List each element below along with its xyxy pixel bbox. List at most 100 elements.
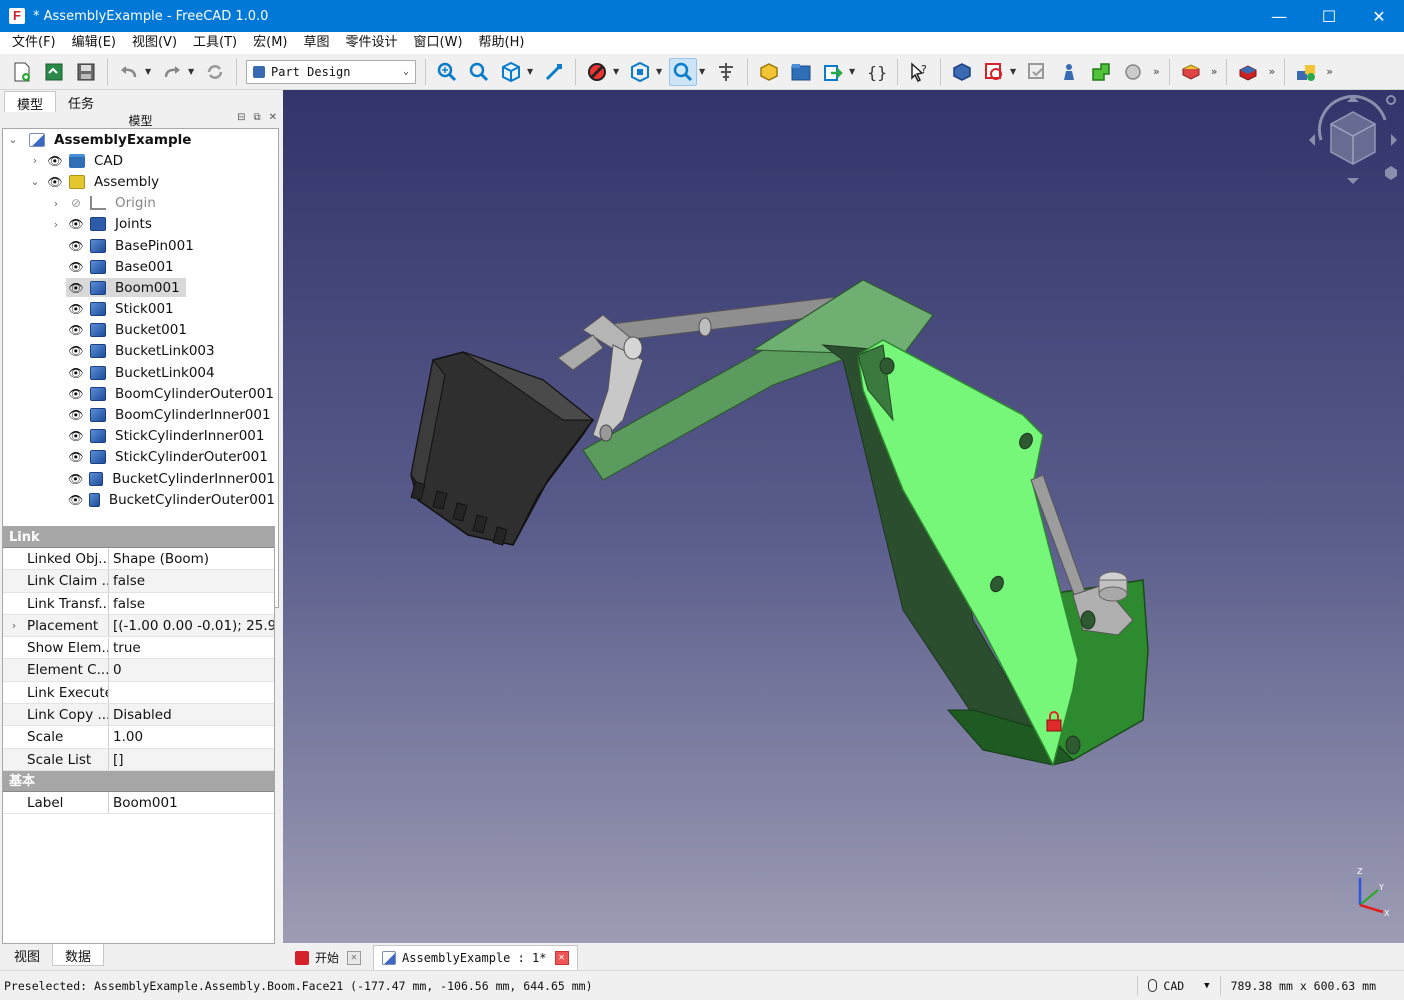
tree-root[interactable]: ⌄ AssemblyExample [3,129,278,150]
link-dropdown-icon[interactable]: ▼ [849,67,857,76]
menu-tools[interactable]: 工具(T) [185,32,245,54]
menu-edit[interactable]: 编辑(E) [64,32,124,54]
create-part-icon[interactable] [755,58,783,86]
assembly-workbench-icon[interactable] [1292,58,1320,86]
toolbar-more-icon[interactable]: » [1268,65,1275,78]
visibility-eye-icon[interactable]: 👁 [68,387,84,401]
close-icon[interactable]: ✕ [347,950,362,965]
property-row[interactable]: Label Boom001 [3,791,274,815]
redo-icon[interactable] [158,58,186,86]
create-group-icon[interactable] [787,58,815,86]
chevron-down-icon[interactable]: ⌄ [29,175,41,188]
visibility-eye-icon[interactable]: 👁 [68,344,84,358]
property-value[interactable]: Disabled [109,704,274,725]
whats-this-icon[interactable]: ? [905,58,933,86]
subshape-binder-icon[interactable] [1119,58,1147,86]
tab-view[interactable]: 视图 [2,944,52,966]
bucket-part[interactable] [410,351,595,546]
tab-tasks[interactable]: 任务 [56,91,106,112]
menu-file[interactable]: 文件(F) [4,32,64,54]
hidden-eye-icon[interactable]: ⊘ [68,196,84,210]
property-value[interactable]: true [109,637,274,658]
tree-item-base001[interactable]: 👁 Base001 [3,256,278,277]
property-row[interactable]: Element C... 0 [3,659,274,682]
create-sketch-icon[interactable] [980,58,1008,86]
clipping-plane-icon[interactable] [712,58,740,86]
chevron-right-icon[interactable]: › [50,197,62,210]
fit-selection-icon[interactable] [465,58,493,86]
menu-sketch[interactable]: 草图 [296,32,338,54]
tab-data[interactable]: 数据 [52,944,105,966]
undo-icon[interactable] [115,58,143,86]
property-row[interactable]: Link Claim ... false [3,570,274,593]
bounding-box-dropdown-icon[interactable]: ▼ [656,67,664,76]
redo-dropdown-icon[interactable]: ▼ [188,67,196,76]
tree-item-stickcylinderinner001[interactable]: 👁 StickCylinderInner001 [3,426,278,447]
make-link-icon[interactable] [819,58,847,86]
dock-collapse-icon[interactable]: ⊟ [237,112,245,123]
tree-item-basepin001[interactable]: 👁 BasePin001 [3,235,278,256]
bounding-box-icon[interactable] [626,58,654,86]
fit-all-icon[interactable] [433,58,461,86]
additive-pad-icon[interactable] [1177,58,1205,86]
tree-item-origin[interactable]: › ⊘ Origin [3,193,278,214]
tree-item-bucketlink004[interactable]: 👁 BucketLink004 [3,362,278,383]
property-value[interactable]: false [109,570,274,591]
shape-binder-icon[interactable] [1087,58,1115,86]
tree-item-joints[interactable]: › 👁 Joints [3,214,278,235]
menu-window[interactable]: 窗口(W) [406,32,471,54]
property-group-link[interactable]: Link [3,527,274,548]
property-row[interactable]: Link Execute [3,681,274,705]
visibility-eye-icon[interactable]: 👁 [68,450,84,464]
toolbar-more-icon[interactable]: » [1153,65,1160,78]
sketch-dropdown-icon[interactable]: ▼ [1010,67,1018,76]
tree-item-stick001[interactable]: 👁 Stick001 [3,299,278,320]
tree-item-boom001[interactable]: 👁 Boom001 [3,277,278,298]
property-value[interactable]: Boom001 [109,792,274,813]
dock-float-icon[interactable]: ⧉ [253,112,260,123]
close-button[interactable]: ✕ [1354,0,1404,32]
navigation-cube[interactable] [1303,90,1403,190]
visibility-eye-icon[interactable]: 👁 [68,366,84,380]
visibility-eye-icon[interactable]: 👁 [68,281,84,295]
property-row[interactable]: Linked Obj... Shape (Boom) [3,548,274,571]
property-row[interactable]: Scale List[] [3,748,274,771]
open-document-icon[interactable] [40,58,68,86]
save-document-icon[interactable] [72,58,100,86]
menu-macro[interactable]: 宏(M) [245,32,295,54]
menu-view[interactable]: 视图(V) [124,32,185,54]
property-value[interactable]: false [109,593,274,614]
tree-item-bucketcylinderinner001[interactable]: 👁 BucketCylinderInner001 [3,468,278,489]
excavator-model[interactable] [283,90,1404,943]
chevron-right-icon[interactable]: › [3,614,25,637]
clone-icon[interactable] [1055,58,1083,86]
3d-viewport[interactable]: Z Y X [283,90,1404,943]
visibility-eye-icon[interactable]: 👁 [68,323,84,337]
visibility-eye-icon[interactable]: 👁 [68,493,83,507]
tree-item-bucketcylinderouter001[interactable]: 👁 BucketCylinderOuter001 [3,489,278,510]
visibility-eye-icon[interactable]: 👁 [68,260,84,274]
chevron-right-icon[interactable]: › [50,218,62,231]
property-value[interactable]: [] [109,749,274,770]
tree-item-stickcylinderouter001[interactable]: 👁 StickCylinderOuter001 [3,447,278,468]
tab-model[interactable]: 模型 [4,91,57,113]
visibility-eye-icon[interactable]: 👁 [68,429,84,443]
draw-style-icon[interactable] [583,58,611,86]
visibility-eye-icon[interactable]: 👁 [68,302,84,316]
property-value[interactable]: 1.00 [109,726,274,747]
tree-item-bucket001[interactable]: 👁 Bucket001 [3,320,278,341]
visibility-eye-icon[interactable]: 👁 [68,472,83,486]
tree-item-bucketlink003[interactable]: 👁 BucketLink003 [3,341,278,362]
visibility-eye-icon[interactable]: 👁 [68,217,84,231]
isometric-view-icon[interactable] [497,58,525,86]
draw-style-dropdown-icon[interactable]: ▼ [613,67,621,76]
toolbar-more-icon[interactable]: » [1211,65,1218,78]
undo-dropdown-icon[interactable]: ▼ [145,67,153,76]
property-value[interactable] [109,682,274,703]
close-icon[interactable]: ✕ [554,951,569,965]
tree-item-assembly[interactable]: ⌄ 👁 Assembly [3,171,278,192]
tree-item-cad[interactable]: › 👁 CAD [3,150,278,171]
visibility-eye-icon[interactable]: 👁 [68,408,84,422]
minimize-button[interactable]: — [1254,0,1304,32]
pocket-icon[interactable] [1234,58,1262,86]
